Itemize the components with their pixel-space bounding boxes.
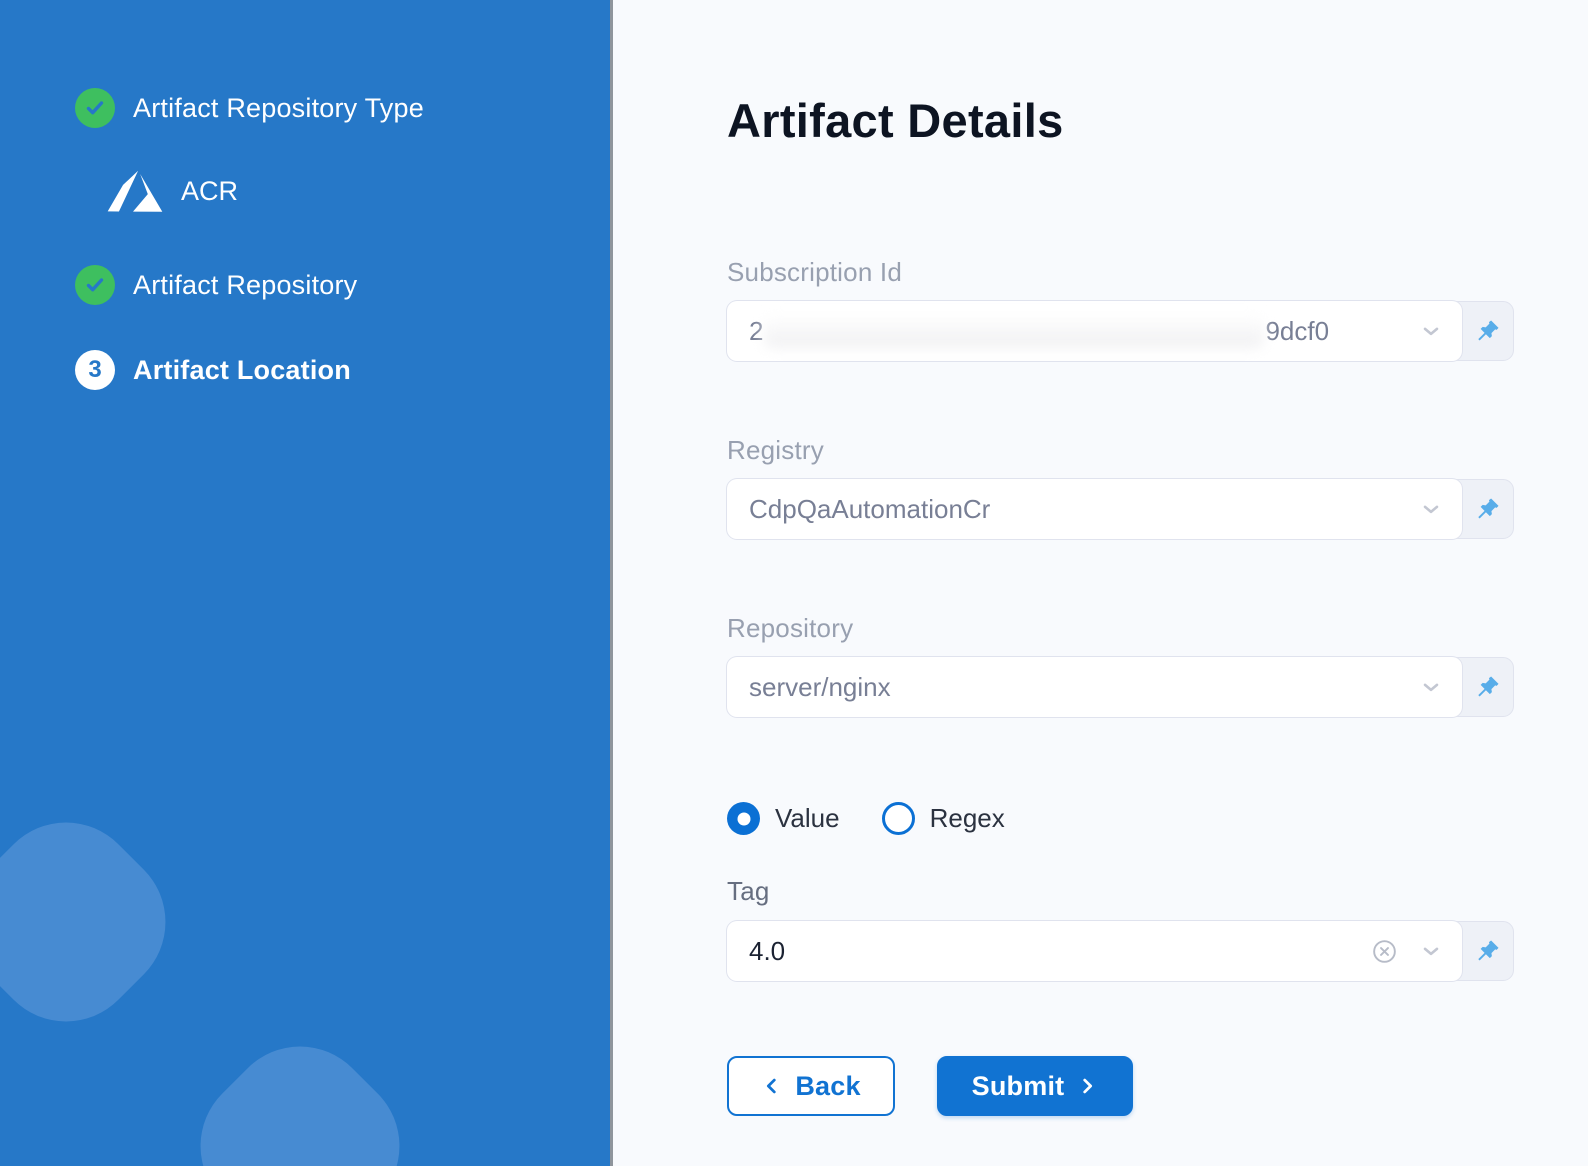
chevron-right-icon	[1076, 1075, 1098, 1097]
submit-button-label: Submit	[972, 1071, 1065, 1102]
wizard-step-artifact-repository[interactable]: Artifact Repository	[75, 265, 357, 305]
pin-button[interactable]	[1462, 922, 1513, 980]
subscription-id-field: 2 9dcf0	[727, 301, 1514, 361]
azure-logo-icon	[103, 162, 167, 220]
page-title: Artifact Details	[727, 93, 1064, 148]
chevron-left-icon	[761, 1075, 783, 1097]
step-label: Artifact Location	[133, 355, 351, 386]
chevron-down-icon[interactable]	[1418, 674, 1444, 700]
chevron-down-icon[interactable]	[1418, 318, 1444, 344]
back-button-label: Back	[795, 1071, 860, 1102]
tag-mode-radio-group: Value Regex	[727, 802, 1005, 835]
registry-label: Registry	[727, 435, 824, 466]
radio-value[interactable]	[727, 802, 760, 835]
chevron-down-icon[interactable]	[1418, 938, 1444, 964]
tag-field: 4.0	[727, 921, 1514, 981]
brand-watermark	[170, 1016, 430, 1166]
repository-field: server/nginx	[727, 657, 1514, 717]
subscription-id-label: Subscription Id	[727, 257, 902, 288]
registry-value: CdpQaAutomationCr	[749, 494, 1418, 525]
step-complete-icon	[75, 265, 115, 305]
step-complete-icon	[75, 88, 115, 128]
acr-label: ACR	[181, 176, 238, 207]
step-label: Artifact Repository Type	[133, 93, 424, 124]
chevron-down-icon[interactable]	[1418, 496, 1444, 522]
pin-button[interactable]	[1462, 302, 1513, 360]
tag-label: Tag	[727, 876, 770, 907]
redacted-value	[764, 314, 1264, 348]
step-label: Artifact Repository	[133, 270, 357, 301]
radio-value-label: Value	[775, 803, 840, 834]
step-number-badge: 3	[75, 350, 115, 390]
tag-value: 4.0	[749, 936, 1371, 967]
back-button[interactable]: Back	[727, 1056, 895, 1116]
repository-label: Repository	[727, 613, 853, 644]
brand-watermark	[0, 792, 196, 1052]
clear-icon[interactable]	[1371, 938, 1398, 965]
brand-watermark	[0, 1070, 12, 1166]
subscription-id-value: 2 9dcf0	[749, 314, 1418, 348]
repository-value: server/nginx	[749, 672, 1418, 703]
tag-input[interactable]: 4.0	[727, 921, 1462, 981]
radio-regex[interactable]	[882, 802, 915, 835]
registry-select[interactable]: CdpQaAutomationCr	[727, 479, 1462, 539]
radio-regex-label: Regex	[930, 803, 1005, 834]
subscription-id-select[interactable]: 2 9dcf0	[727, 301, 1462, 361]
repository-select[interactable]: server/nginx	[727, 657, 1462, 717]
sidebar-item-acr[interactable]: ACR	[103, 162, 238, 220]
wizard-step-artifact-location[interactable]: 3 Artifact Location	[75, 350, 351, 390]
artifact-details-panel: Artifact Details Subscription Id 2 9dcf0…	[613, 0, 1588, 1166]
wizard-sidebar: Artifact Repository Type ACR Artifact Re…	[0, 0, 610, 1166]
submit-button[interactable]: Submit	[937, 1056, 1133, 1116]
pin-button[interactable]	[1462, 480, 1513, 538]
registry-field: CdpQaAutomationCr	[727, 479, 1514, 539]
wizard-step-artifact-repository-type[interactable]: Artifact Repository Type	[75, 88, 424, 128]
pin-button[interactable]	[1462, 658, 1513, 716]
